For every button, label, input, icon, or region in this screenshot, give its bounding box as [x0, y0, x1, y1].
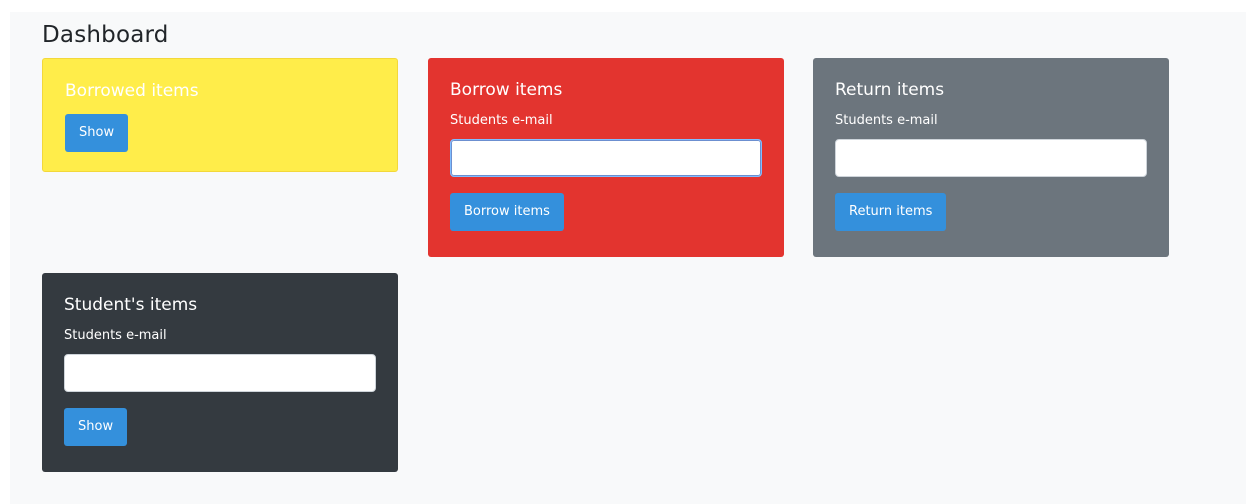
show-student-items-button[interactable]: Show [64, 408, 128, 446]
card-title: Return items [835, 80, 945, 100]
email-label: Students e-mail [450, 113, 553, 128]
student-items-card: Student's items Students e-mail Show [42, 273, 398, 472]
show-borrowed-button[interactable]: Show [65, 114, 129, 152]
return-items-button[interactable]: Return items [835, 193, 947, 231]
return-items-card: Return items Students e-mail Return item… [813, 58, 1169, 257]
borrow-email-input[interactable] [450, 139, 762, 177]
student-email-input[interactable] [64, 354, 376, 392]
return-email-input[interactable] [835, 139, 1147, 177]
borrowed-items-card: Borrowed items Show [42, 58, 398, 172]
borrow-items-card: Borrow items Students e-mail Borrow item… [428, 58, 784, 257]
email-label: Students e-mail [64, 328, 167, 343]
card-title: Borrow items [450, 80, 563, 100]
borrow-items-button[interactable]: Borrow items [450, 193, 564, 231]
email-label: Students e-mail [835, 113, 938, 128]
page-title: Dashboard [42, 22, 169, 48]
card-title: Student's items [64, 295, 198, 315]
card-title: Borrowed items [65, 81, 199, 101]
dashboard-content: Dashboard Borrowed items Show Borrow ite… [10, 12, 1246, 504]
